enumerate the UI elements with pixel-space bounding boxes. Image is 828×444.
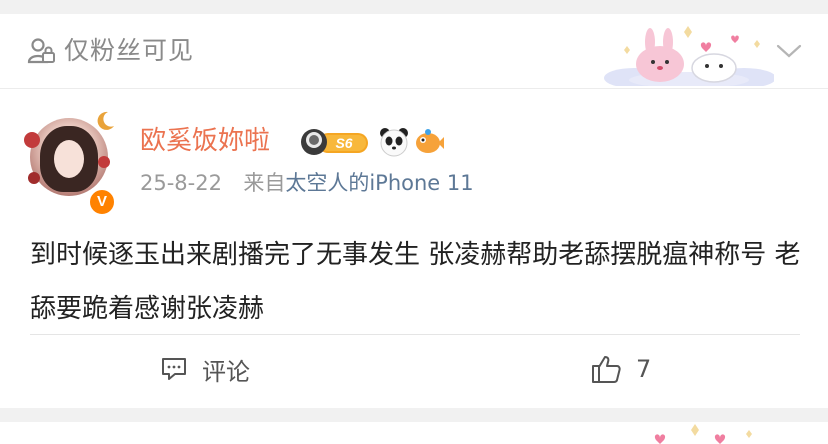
rose-decoration — [98, 156, 110, 168]
post-date: 25-8-22 — [140, 171, 222, 195]
sticker-decoration — [604, 26, 774, 86]
level-badge-text: S6 — [335, 135, 352, 151]
chevron-down-icon[interactable] — [776, 42, 802, 60]
level-badge-icon[interactable]: S6 — [300, 128, 370, 156]
like-button[interactable]: 7 — [590, 352, 651, 386]
comment-button[interactable]: 评论 — [160, 352, 250, 386]
divider — [30, 334, 800, 335]
post-card: 仅粉丝可见 V 欧奚饭妳啦 S6 25-8-22 来自太空人的iPhone 11… — [0, 14, 828, 408]
source-prefix: 来自 — [243, 171, 286, 195]
next-post-card — [0, 422, 828, 444]
rose-decoration — [24, 132, 40, 148]
post-content: 到时候逐玉出来剧播完了无事发生 张凌赫帮助老舔摆脱瘟神称号 老舔要跪着感谢张凌赫 — [30, 240, 801, 324]
author-name[interactable]: 欧奚饭妳啦 — [140, 124, 270, 158]
rose-decoration — [28, 172, 40, 184]
privacy-label: 仅粉丝可见 — [64, 36, 195, 65]
like-count: 7 — [636, 355, 652, 383]
moon-icon — [97, 111, 114, 130]
comment-icon — [162, 358, 186, 380]
panda-icon — [380, 128, 408, 157]
comment-label: 评论 — [202, 357, 250, 386]
lock-person-icon — [27, 38, 55, 64]
sticker-decoration — [654, 424, 752, 444]
pufferfish-icon — [416, 129, 444, 153]
privacy-bar: 仅粉丝可见 — [0, 14, 828, 89]
avatar[interactable]: V — [24, 110, 116, 216]
post-source[interactable]: 太空人的iPhone 11 — [285, 171, 473, 195]
verified-badge: V — [88, 188, 116, 216]
post-meta: 25-8-22 来自太空人的iPhone 11 — [140, 168, 474, 198]
thumbs-up-icon — [592, 356, 621, 383]
